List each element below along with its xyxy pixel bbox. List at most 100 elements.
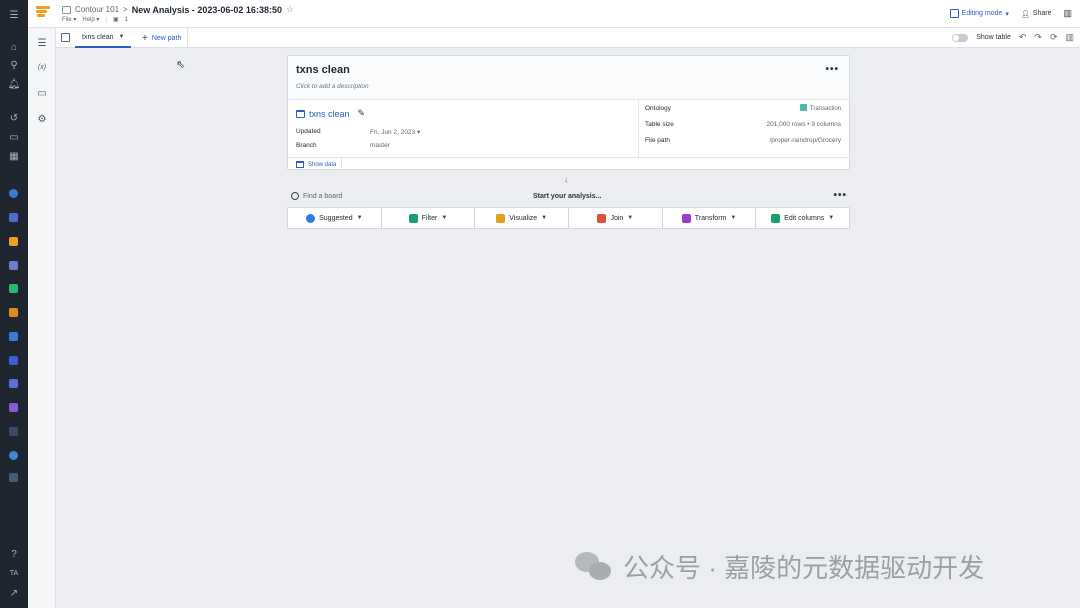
grid-icon[interactable] xyxy=(61,33,70,42)
code-app-icon[interactable] xyxy=(9,284,18,293)
menu-divider: | xyxy=(105,16,107,23)
vertex-app-icon[interactable] xyxy=(9,451,18,460)
filter-button[interactable]: Filter ▼ xyxy=(382,208,476,228)
join-button[interactable]: Join ▼ xyxy=(569,208,663,228)
list-view-icon[interactable]: ☰ xyxy=(36,37,48,49)
files-icon[interactable]: ▭ xyxy=(7,130,21,144)
collapse-menu-icon[interactable]: ☰ xyxy=(7,8,21,22)
new-path-button[interactable]: + New path xyxy=(136,28,189,48)
monitor-app-icon[interactable] xyxy=(9,473,18,482)
folder-icon xyxy=(62,5,71,14)
notifications-icon[interactable]: 🔔︎ xyxy=(7,77,21,91)
contour-logo-icon[interactable] xyxy=(36,6,50,20)
show-data-label: Show data xyxy=(308,161,337,168)
dataset-link[interactable]: txns clean ✎ xyxy=(296,108,365,119)
description-placeholder[interactable]: Click to add a description xyxy=(296,83,369,90)
user-initials[interactable]: TA xyxy=(0,570,28,577)
redo-icon[interactable]: ↷ xyxy=(1034,32,1042,43)
show-table-label: Show table xyxy=(976,34,1011,41)
share-button[interactable]: 👤︎ Share xyxy=(1021,10,1052,18)
file-path-value[interactable]: /proper-raindrop/Grocery xyxy=(769,137,841,144)
transform-button[interactable]: Transform ▼ xyxy=(663,208,757,228)
recent-icon[interactable]: ↺ xyxy=(7,111,21,125)
edit-columns-label: Edit columns xyxy=(784,214,825,222)
mouse-cursor-icon: ⇖ xyxy=(176,59,186,71)
branch-value[interactable]: master xyxy=(370,142,390,149)
find-board-placeholder: Find a board xyxy=(303,192,343,200)
edit-icon xyxy=(949,9,959,18)
ontology-app-icon[interactable] xyxy=(9,332,18,341)
board-header: txns clean Click to add a description ••… xyxy=(288,56,849,100)
find-board-input[interactable]: Find a board xyxy=(291,192,342,200)
join-icon xyxy=(597,213,607,223)
tab-label: txns clean xyxy=(82,33,114,41)
tool-column: ☰ (x) ▭ ⚙ xyxy=(28,28,56,608)
pencil-icon[interactable]: ✎ xyxy=(358,108,366,119)
transform-label: Transform xyxy=(694,214,727,222)
ontology-label: Ontology xyxy=(645,105,672,112)
workshop-app-icon[interactable] xyxy=(9,379,18,388)
share-label: Share xyxy=(1032,10,1052,17)
star-icon[interactable]: ☆ xyxy=(286,4,294,15)
edit-columns-button[interactable]: Edit columns ▼ xyxy=(756,208,849,228)
slate-app-icon[interactable] xyxy=(9,403,18,412)
more-options-icon[interactable]: ••• xyxy=(825,64,839,75)
breadcrumb-parent[interactable]: Contour 101 xyxy=(75,5,119,14)
home-icon[interactable]: ⌂ xyxy=(7,40,21,54)
projects-icon[interactable]: ▦ xyxy=(7,149,21,163)
breadcrumb: Contour 101 > New Analysis - 2023-06-02 … xyxy=(62,4,294,15)
help-menu[interactable]: Help ▾ xyxy=(82,16,99,23)
arrow-down-icon: ↓ xyxy=(564,175,568,184)
chevron-down-icon: ▼ xyxy=(541,215,548,221)
show-data-bar: Show data xyxy=(288,157,849,171)
more-options-icon[interactable]: ••• xyxy=(833,190,847,201)
board-title[interactable]: txns clean xyxy=(296,64,350,76)
user-icon: 👤︎ xyxy=(1020,10,1030,18)
chevron-down-icon: ▾ xyxy=(416,129,421,136)
expand-icon[interactable]: ↗ xyxy=(7,586,21,600)
board-toolbar: Find a board Start your analysis... ••• xyxy=(287,190,850,206)
side-panel-icon[interactable]: ▥ xyxy=(1063,8,1072,19)
new-path-label: New path xyxy=(151,34,182,42)
show-data-button[interactable]: Show data xyxy=(291,158,343,171)
monitor-icon[interactable]: ▭ xyxy=(36,87,48,99)
explorer-app-icon[interactable] xyxy=(9,427,18,436)
page-title[interactable]: New Analysis - 2023-06-02 16:38:50 xyxy=(132,5,282,15)
chevron-down-icon: ▼ xyxy=(627,215,634,221)
visualize-button[interactable]: Visualize ▼ xyxy=(475,208,570,228)
tab-txns-clean[interactable]: txns clean ▼ xyxy=(75,28,132,48)
updated-dropdown[interactable]: Fri, Jun 2, 2023 ▾ xyxy=(370,128,420,136)
bar-chart-icon xyxy=(496,213,506,223)
variables-icon[interactable]: (x) xyxy=(36,61,48,73)
split-view-icon[interactable]: ▥ xyxy=(1065,32,1074,43)
menu-bar: File ▾ Help ▾ | ▣ 1 xyxy=(62,16,128,24)
file-menu[interactable]: File ▾ xyxy=(62,16,76,23)
refresh-icon[interactable]: ⟳ xyxy=(1050,32,1058,43)
search-icon[interactable]: ⚲ xyxy=(7,58,21,72)
editing-mode-dropdown[interactable]: Editing mode ▾ xyxy=(949,9,1009,18)
filter-label: Filter xyxy=(421,214,438,222)
join-label: Join xyxy=(610,214,624,222)
wechat-icon xyxy=(575,551,613,582)
dataset-app-icon[interactable] xyxy=(9,308,18,317)
ontology-badge[interactable]: Transaction xyxy=(799,104,841,112)
editing-mode-label: Editing mode xyxy=(961,10,1003,17)
quiver-app-icon[interactable] xyxy=(9,356,18,365)
chart-app-icon[interactable] xyxy=(9,213,18,222)
file-path-label: File path xyxy=(645,137,670,144)
copies-icon[interactable]: ▣ xyxy=(113,16,119,23)
suggested-label: Suggested xyxy=(319,214,353,222)
breadcrumb-separator: > xyxy=(123,5,128,14)
copies-count: 1 xyxy=(124,16,128,23)
pipeline-app-icon[interactable] xyxy=(9,261,18,270)
check-circle-icon xyxy=(306,213,316,223)
settings-icon[interactable]: ⚙ xyxy=(36,113,48,125)
show-table-toggle[interactable] xyxy=(952,33,969,42)
help-icon[interactable]: ? xyxy=(7,547,21,561)
globe-app-icon[interactable] xyxy=(9,189,18,198)
undo-icon[interactable]: ↶ xyxy=(1019,32,1027,43)
chevron-down-icon[interactable]: ▼ xyxy=(119,34,125,40)
contour-app-icon[interactable] xyxy=(9,237,18,246)
updated-value: Fri, Jun 2, 2023 xyxy=(370,129,416,136)
suggested-button[interactable]: Suggested ▼ xyxy=(288,208,382,228)
